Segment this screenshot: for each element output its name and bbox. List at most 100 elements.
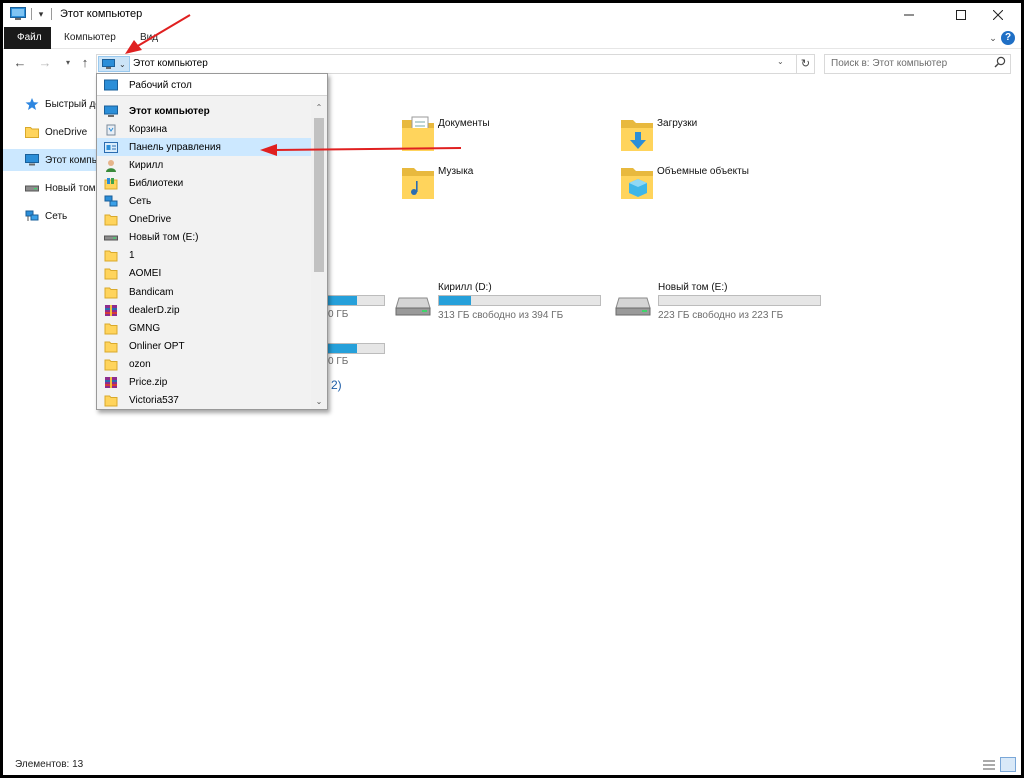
tab-view[interactable]: Вид xyxy=(130,27,168,49)
dropdown-item-label: 1 xyxy=(129,250,135,262)
computer-icon xyxy=(25,154,39,166)
folder-tile-music[interactable]: Музыка xyxy=(400,162,473,202)
sidebar-item-label: Сеть xyxy=(45,210,68,222)
folder-label: Загрузки xyxy=(657,118,698,129)
folder-icon xyxy=(104,268,118,280)
close-button[interactable] xyxy=(975,3,1021,27)
folder-icon xyxy=(104,287,118,298)
dropdown-item[interactable]: 1 xyxy=(97,247,311,265)
chevron-down-icon: ⌄ xyxy=(119,60,126,69)
drive-usage-bar xyxy=(323,295,385,306)
folder-tile-downloads[interactable]: Загрузки xyxy=(619,114,697,154)
scroll-down-chevron-icon[interactable]: ⌄ xyxy=(311,396,327,408)
network-locations-link[interactable]: 2) xyxy=(331,378,342,392)
item-count: Элементов: 13 xyxy=(15,759,84,770)
drive-name: Кирилл (D:) xyxy=(438,282,492,293)
dropdown-item-label: GMNG xyxy=(129,322,161,334)
scrollbar-thumb[interactable] xyxy=(314,118,324,272)
drive-icon xyxy=(615,297,651,316)
address-bar[interactable]: ⌄ Этот компьютер ⌄ ↻ xyxy=(96,54,815,74)
recent-locations-chevron-icon[interactable]: ▾ xyxy=(59,54,77,72)
help-icon[interactable]: ? xyxy=(1001,31,1015,45)
3d-objects-folder-icon xyxy=(621,168,653,199)
folder-icon xyxy=(25,127,39,138)
title-separator xyxy=(31,8,32,20)
folder-tile-3d-objects[interactable]: Объемные объекты xyxy=(619,162,749,202)
dropdown-item-label: Новый том (E:) xyxy=(129,232,199,244)
drive-icon xyxy=(395,297,431,316)
dropdown-item-desktop[interactable]: Рабочий стол xyxy=(97,74,327,96)
status-bar: Элементов: 13 xyxy=(3,755,1021,775)
window-title: Этот компьютер xyxy=(60,8,143,20)
dropdown-item-label: dealerD.zip xyxy=(129,304,180,316)
drive-usage-bar xyxy=(438,295,601,306)
dropdown-item-label: Victoria537 xyxy=(129,395,179,407)
computer-icon xyxy=(102,59,115,69)
address-history-chevron-icon[interactable]: ⌄ xyxy=(777,57,784,66)
desktop-icon xyxy=(104,79,118,90)
folder-label: Музыка xyxy=(438,166,474,177)
dropdown-item[interactable]: Кирилл xyxy=(97,156,311,174)
recycle-bin-icon xyxy=(106,124,116,136)
folder-icon xyxy=(104,214,118,226)
search-icon[interactable] xyxy=(992,56,1008,72)
dropdown-item[interactable]: OneDrive xyxy=(97,211,311,229)
dropdown-item[interactable]: Victoria537 xyxy=(97,392,311,409)
drive-free-text: 313 ГБ свободно из 394 ГБ xyxy=(438,310,564,321)
expand-ribbon-chevron-icon[interactable]: ⌄ xyxy=(986,31,1000,45)
dropdown-item[interactable]: Панель управления xyxy=(97,138,311,157)
drive-free-text: 0 ГБ xyxy=(328,356,349,367)
drive-icon xyxy=(25,185,39,192)
large-icons-view-icon[interactable] xyxy=(1000,757,1016,772)
details-view-icon[interactable] xyxy=(982,758,996,772)
tab-computer[interactable]: Компьютер xyxy=(54,27,126,49)
zip-archive-icon xyxy=(105,304,117,316)
folder-tile-documents[interactable]: Документы xyxy=(400,114,490,154)
list-item[interactable]: Рабочий стол xyxy=(97,76,311,94)
dropdown-item-label: Кирилл xyxy=(129,159,164,171)
forward-arrow-icon[interactable]: → xyxy=(36,54,54,72)
back-arrow-icon[interactable]: ← xyxy=(11,54,29,72)
folder-label: Документы xyxy=(438,118,490,129)
dropdown-item[interactable]: Новый том (E:) xyxy=(97,229,311,247)
dropdown-item[interactable]: dealerD.zip xyxy=(97,301,311,319)
dropdown-item[interactable]: Price.zip xyxy=(97,374,311,392)
dropdown-item[interactable]: Корзина xyxy=(97,120,311,138)
drive-name: Новый том (E:) xyxy=(658,282,728,293)
up-arrow-icon[interactable]: ↑ xyxy=(76,54,94,72)
dropdown-item[interactable]: ozon xyxy=(97,355,311,373)
folder-icon xyxy=(104,323,118,335)
explorer-window: ▾ Этот компьютер Файл Компьютер Вид ⌄ ? … xyxy=(3,3,1021,775)
dropdown-item[interactable]: Onliner OPT xyxy=(97,337,311,355)
minimize-button[interactable] xyxy=(886,3,932,27)
dropdown-item[interactable]: GMNG xyxy=(97,319,311,337)
dropdown-scrollbar[interactable]: ⌃ ⌄ xyxy=(311,100,327,409)
close-icon xyxy=(993,10,1003,20)
scroll-up-chevron-icon[interactable]: ⌃ xyxy=(311,102,327,114)
folder-label: Объемные объекты xyxy=(657,166,749,177)
dropdown-item-label: ozon xyxy=(129,358,151,370)
star-icon xyxy=(25,98,39,110)
refresh-icon[interactable]: ↻ xyxy=(796,55,814,73)
drive-usage-bar xyxy=(658,295,821,306)
dropdown-item[interactable]: Bandicam xyxy=(97,283,311,301)
dropdown-item[interactable]: Библиотеки xyxy=(97,174,311,192)
dropdown-item[interactable]: Сеть xyxy=(97,193,311,211)
folder-icon xyxy=(104,395,118,407)
dropdown-item-label: Библиотеки xyxy=(129,177,184,189)
network-icon xyxy=(25,210,39,221)
location-dropdown-button[interactable]: ⌄ xyxy=(98,56,130,72)
minimize-icon xyxy=(904,14,914,16)
computer-icon xyxy=(104,105,118,117)
tab-file[interactable]: Файл xyxy=(4,27,51,49)
quick-access-toolbar-chevron-icon[interactable]: ▾ xyxy=(36,8,46,20)
dropdown-item[interactable]: AOMEI xyxy=(97,265,311,283)
search-box[interactable]: Поиск в: Этот компьютер xyxy=(824,54,1011,74)
dropdown-item-label: OneDrive xyxy=(129,214,172,226)
zip-archive-icon xyxy=(105,377,117,388)
network-icon xyxy=(104,195,118,207)
documents-folder-icon xyxy=(402,116,434,151)
libraries-icon xyxy=(104,177,118,190)
dropdown-item[interactable]: Этот компьютер xyxy=(97,102,311,120)
location-dropdown: Рабочий стол Этот компьютер Корзина Панель… xyxy=(96,73,328,410)
